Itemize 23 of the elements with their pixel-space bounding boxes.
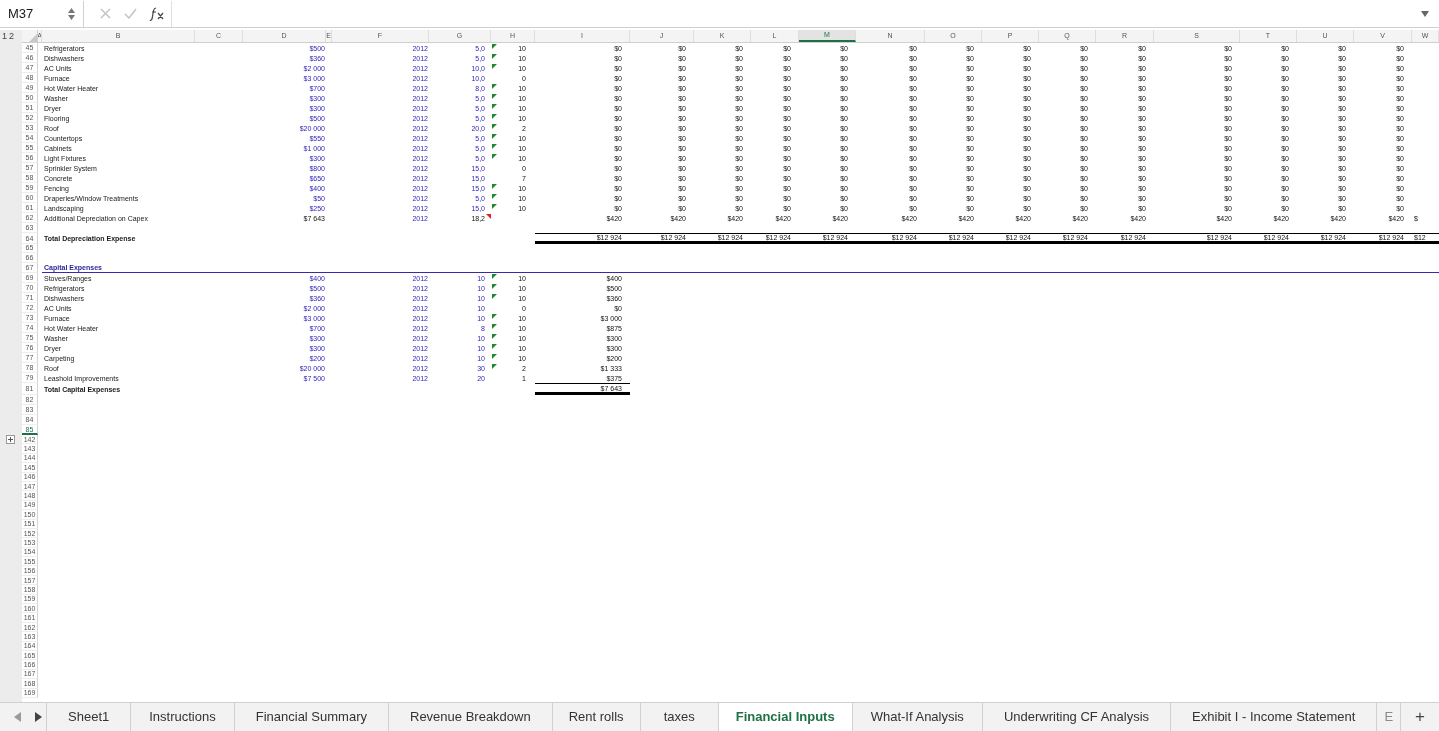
outline-level-button[interactable]: 2 bbox=[9, 32, 15, 41]
sheet-tab[interactable]: Revenue Breakdown bbox=[389, 703, 553, 731]
dropdown-caret-icon[interactable] bbox=[1421, 10, 1429, 17]
sheet-tab[interactable]: Rent rolls bbox=[552, 703, 641, 731]
expand-group-button[interactable] bbox=[6, 435, 15, 444]
sheet-tab[interactable]: Exhibit I - Income Statement bbox=[1171, 703, 1378, 731]
confirm-icon[interactable] bbox=[124, 8, 137, 19]
sheet-tab[interactable]: Underwriting CF Analysis bbox=[982, 703, 1172, 731]
name-box[interactable]: M37 bbox=[0, 0, 84, 27]
next-sheet-icon[interactable] bbox=[35, 712, 42, 722]
function-icon[interactable] bbox=[149, 6, 165, 21]
spinner-icon bbox=[68, 6, 75, 21]
sheet-tab[interactable]: Financial Inputs bbox=[718, 703, 853, 731]
sheet-tab[interactable]: Financial Summary bbox=[234, 703, 389, 731]
add-sheet-button[interactable]: + bbox=[1401, 703, 1439, 731]
sheet-tab[interactable]: taxes bbox=[640, 703, 719, 731]
previous-sheet-icon[interactable] bbox=[14, 712, 21, 722]
sheet-tab[interactable]: Sheet1 bbox=[47, 703, 132, 731]
cancel-icon[interactable] bbox=[100, 8, 111, 19]
select-all-icon[interactable] bbox=[29, 34, 37, 42]
sheet-tab[interactable]: Instructions bbox=[131, 703, 235, 731]
outline-level-button[interactable]: 1 bbox=[2, 32, 7, 41]
sheet-tab[interactable]: What-If Analysis bbox=[852, 703, 983, 731]
